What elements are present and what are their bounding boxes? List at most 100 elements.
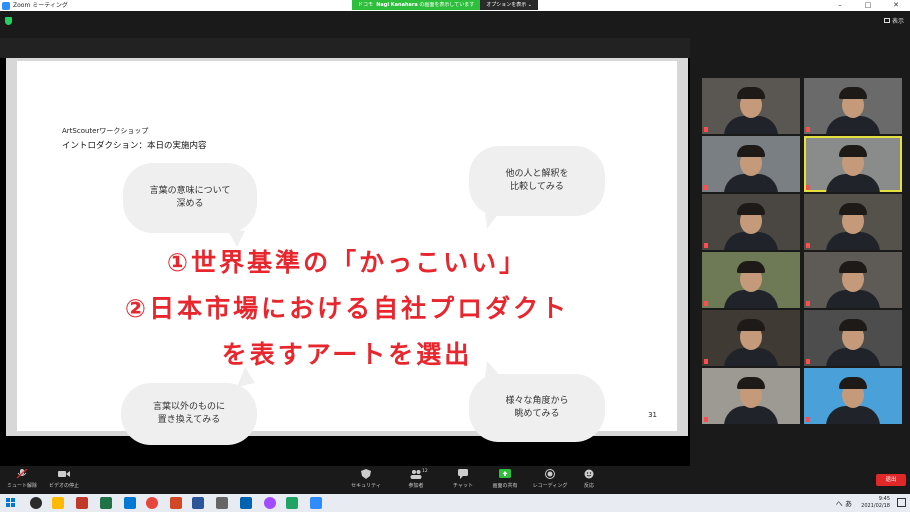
security-label: セキュリティ: [351, 483, 381, 489]
participant-shoulders: [724, 406, 778, 424]
share-screen-label: 画面の共有: [492, 483, 518, 489]
slide-headline-2: ②日本市場における自社プロダクト: [124, 294, 570, 323]
participant-shoulders: [826, 348, 880, 366]
participant-video-11[interactable]: [702, 368, 800, 424]
participants-label: 参加者: [408, 483, 424, 489]
file-explorer-icon[interactable]: [52, 497, 64, 509]
presentation-frame: ArtScouterワークショップ イントロダクション：本日の実施内容 言葉の意…: [6, 58, 688, 445]
maximize-button[interactable]: □: [854, 0, 882, 11]
system-clock[interactable]: 9:45 2021/02/18: [861, 496, 890, 510]
participant-video-10[interactable]: [804, 310, 902, 366]
taskbar-app-icon[interactable]: [30, 497, 42, 509]
participant-count: 12: [422, 469, 428, 474]
slide-page-number: 31: [648, 411, 657, 419]
taskbar-app-icon[interactable]: [216, 497, 228, 509]
grid-icon: [883, 18, 890, 23]
window-controls: – □ ✕: [826, 0, 910, 11]
slide-headline-3: を表すアートを選出: [221, 340, 473, 369]
speech-bubble-3: 言葉以外のものに 置き換えてみる: [121, 383, 257, 445]
mic-muted-icon: [704, 417, 708, 422]
participant-shoulders: [826, 116, 880, 134]
reactions-button[interactable]: 反応: [576, 469, 602, 489]
leave-meeting-button[interactable]: 退出: [876, 474, 906, 486]
participant-video-6[interactable]: [804, 194, 902, 250]
share-banner: ドコモ Nagi Kanahara の画面を表示しています オプションを表示 ⌄: [352, 0, 538, 10]
mute-button[interactable]: ミュート解除: [4, 469, 40, 489]
mic-muted-icon: [704, 243, 708, 248]
zoom-taskbar-icon[interactable]: [310, 497, 322, 509]
taskbar-app-icon[interactable]: [286, 497, 298, 509]
mic-muted-icon: [806, 185, 810, 190]
stop-video-label: ビデオの停止: [48, 483, 79, 489]
participant-video-2[interactable]: [804, 78, 902, 134]
mic-muted-icon: [806, 417, 810, 422]
share-screen-icon: [499, 469, 511, 478]
participant-hair: [839, 377, 867, 389]
powerpoint-icon[interactable]: [170, 497, 182, 509]
excel-icon[interactable]: [100, 497, 112, 509]
participant-hair: [737, 203, 765, 215]
clock-time: 9:45: [878, 496, 890, 502]
participant-video-3[interactable]: [702, 136, 800, 192]
participant-video-7[interactable]: [702, 252, 800, 308]
participant-gallery: [696, 76, 906, 428]
chat-button[interactable]: チャット: [446, 469, 480, 489]
share-screen-button[interactable]: 画面の共有: [486, 469, 524, 489]
participants-button[interactable]: 参加者 12: [400, 469, 432, 489]
meeting-topbar: 表示: [0, 11, 910, 38]
view-options-button[interactable]: オプションを表示 ⌄: [480, 0, 538, 10]
participant-video-9[interactable]: [702, 310, 800, 366]
messenger-icon[interactable]: [264, 497, 276, 509]
windows-start-icon[interactable]: [6, 498, 16, 508]
word-icon[interactable]: [192, 497, 204, 509]
taskbar-app-icon[interactable]: [240, 497, 252, 509]
participant-hair: [839, 203, 867, 215]
notification-icon[interactable]: [897, 498, 906, 507]
participants-icon: [410, 470, 422, 479]
speech-bubble-1: 言葉の意味について 深める: [123, 163, 257, 233]
participant-shoulders: [724, 174, 778, 192]
meeting-toolbar: ミュート解除 ビデオの停止 セキュリティ 参加者 12 チャット 画面の共有 レ…: [0, 466, 910, 494]
slide-brand: ArtScouterワークショップ: [62, 127, 149, 135]
participant-video-5[interactable]: [702, 194, 800, 250]
participant-video-1[interactable]: [702, 78, 800, 134]
participant-hair: [737, 377, 765, 389]
participant-video-8[interactable]: [804, 252, 902, 308]
participant-shoulders: [826, 174, 880, 192]
mic-muted-icon: [806, 301, 810, 306]
windows-taskbar: へ あ 9:45 2021/02/18: [0, 494, 910, 512]
speech-bubble-2: 他の人と解釈を 比較してみる: [469, 146, 605, 216]
shield-icon[interactable]: [5, 17, 12, 25]
minimize-button[interactable]: –: [826, 0, 854, 11]
stop-video-button[interactable]: ビデオの停止: [46, 469, 82, 489]
shared-screen: ArtScouterワークショップ イントロダクション：本日の実施内容 言葉の意…: [0, 38, 690, 466]
taskbar-app-icon[interactable]: [76, 497, 88, 509]
mic-muted-icon: [704, 359, 708, 364]
outlook-icon[interactable]: [124, 497, 136, 509]
participant-video-4-speaking[interactable]: [804, 136, 902, 192]
video-camera-icon: [58, 471, 70, 477]
clock-date: 2021/02/18: [861, 503, 890, 509]
mute-button-label: ミュート解除: [6, 483, 37, 489]
bubble-4-line1: 様々な角度から: [505, 396, 569, 407]
speech-bubble-4: 様々な角度から 眺めてみる: [469, 374, 605, 442]
close-button[interactable]: ✕: [882, 0, 910, 11]
participant-hair: [737, 261, 765, 273]
bubble-3-line1: 言葉以外のものに: [152, 402, 225, 413]
security-button[interactable]: セキュリティ: [346, 469, 386, 489]
record-button[interactable]: レコーディング: [530, 469, 570, 489]
participant-shoulders: [724, 232, 778, 250]
mic-muted-icon: [806, 127, 810, 132]
mic-muted-icon: [806, 359, 810, 364]
view-button[interactable]: 表示: [883, 16, 904, 25]
mic-muted-icon: [704, 185, 708, 190]
chrome-icon[interactable]: [146, 497, 158, 509]
share-status-prefix: ドコモ: [358, 2, 374, 8]
record-label: レコーディング: [532, 483, 568, 489]
sharer-name: Nagi Kanahara: [376, 2, 418, 8]
mic-muted-icon: [704, 127, 708, 132]
smiley-icon: [584, 469, 594, 479]
participant-video-12[interactable]: [804, 368, 902, 424]
participant-hair: [737, 319, 765, 331]
ime-indicator[interactable]: へ あ: [836, 499, 852, 509]
